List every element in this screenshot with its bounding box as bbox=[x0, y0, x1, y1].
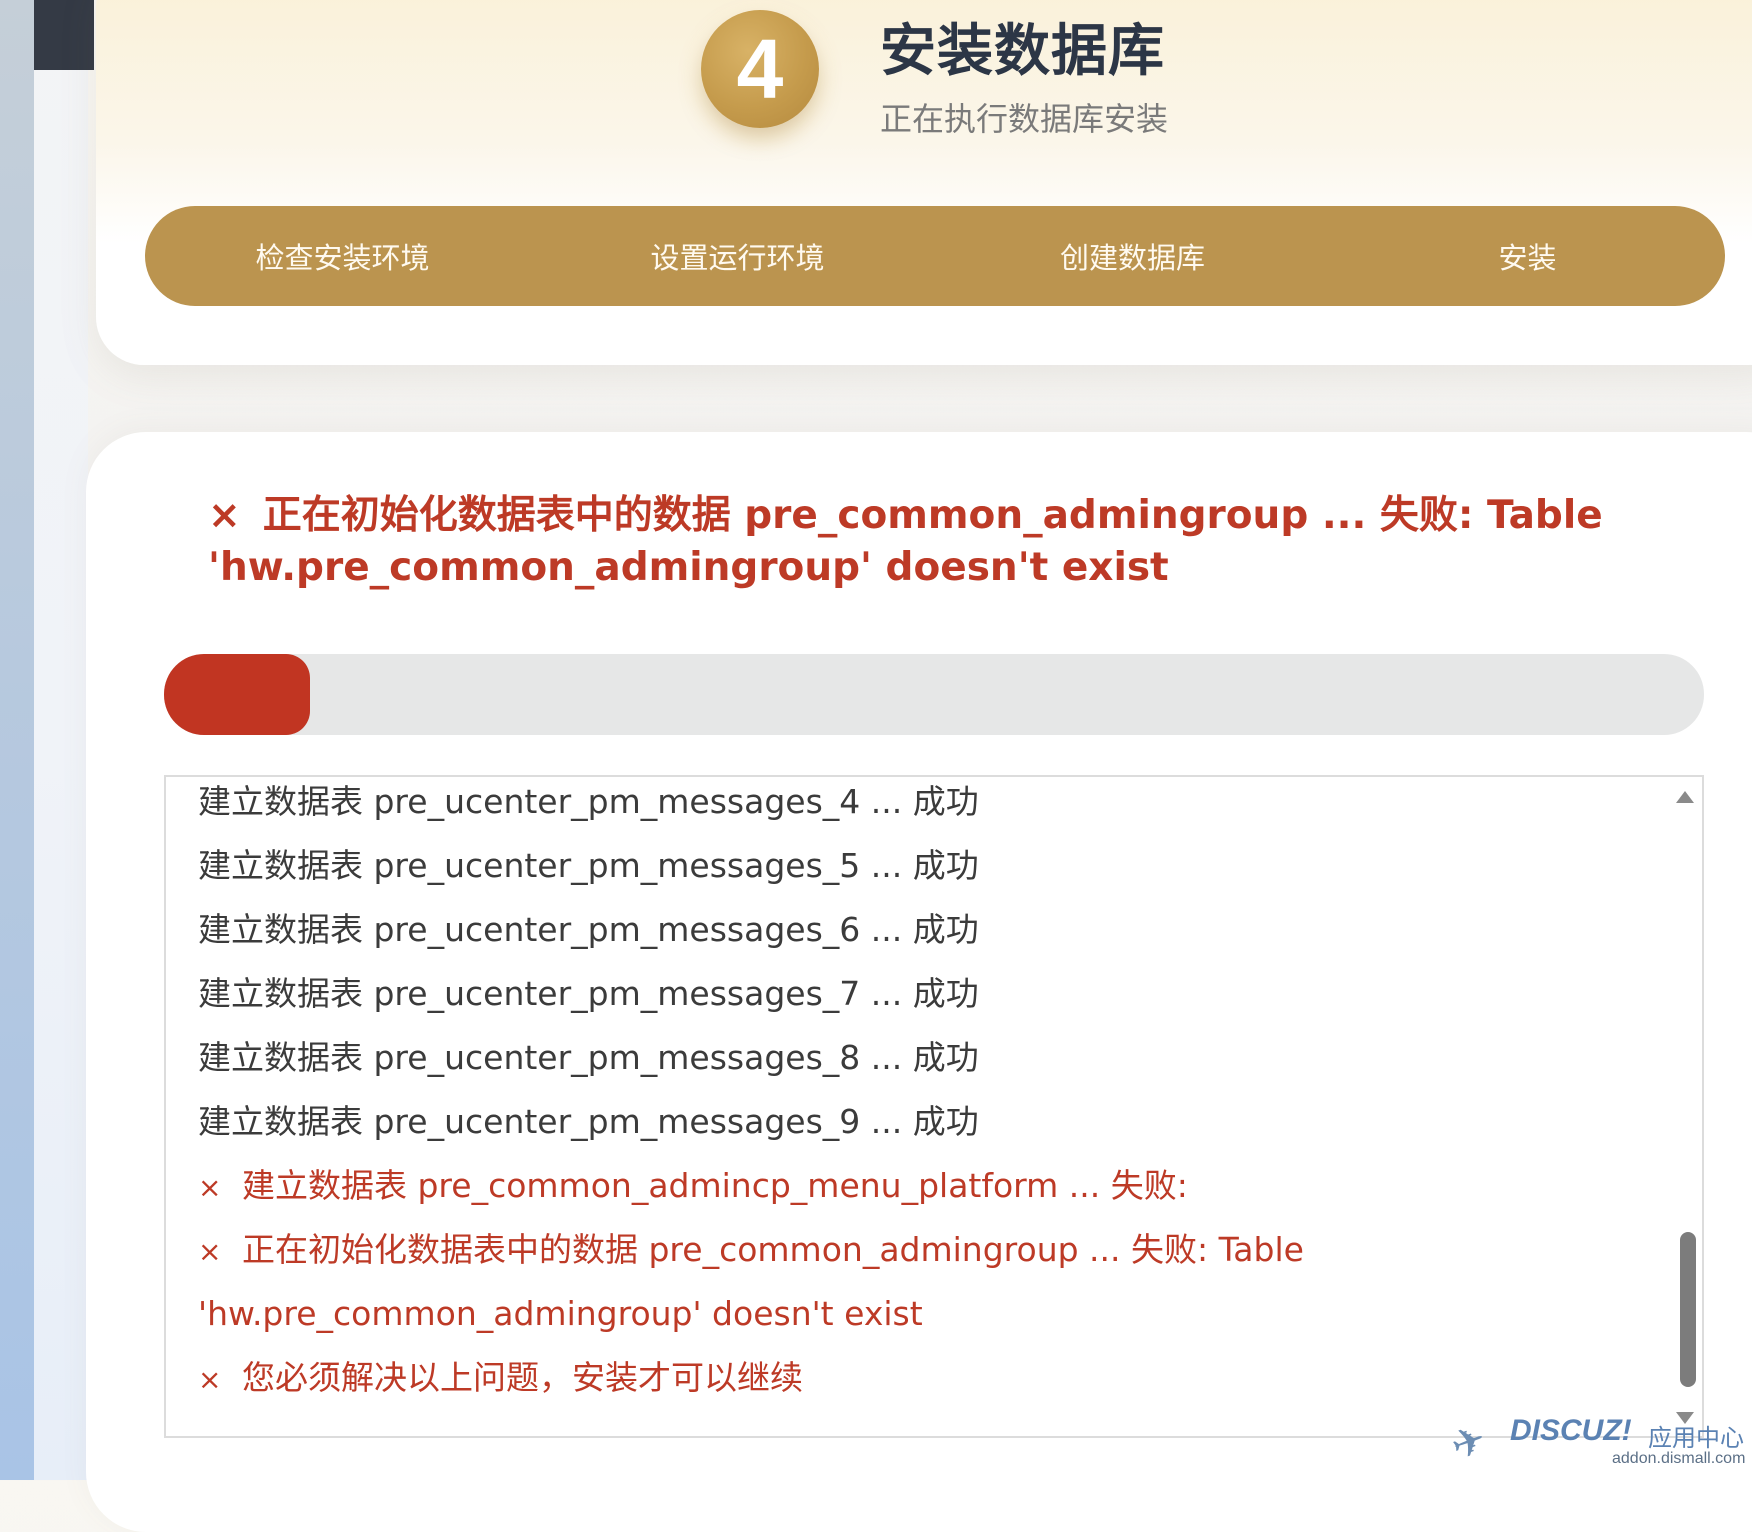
watermark: ✈ DISCUZ! 应用中心 addon.dismall.com bbox=[1445, 1412, 1746, 1472]
nav-step-create-db[interactable]: 创建数据库 bbox=[935, 235, 1330, 277]
log-line-text: 建立数据表 pre_ucenter_pm_messages_8 ... 成功 bbox=[198, 1038, 979, 1077]
page-title: 安装数据库 bbox=[880, 19, 1165, 84]
error-status-text: 正在初始化数据表中的数据 pre_common_admingroup ... 失… bbox=[208, 493, 1603, 590]
log-line: 建立数据表 pre_ucenter_pm_messages_9 ... 成功 bbox=[198, 1097, 1618, 1161]
left-edge-strip bbox=[0, 0, 34, 1480]
nav-step-check-env[interactable]: 检查安装环境 bbox=[145, 235, 540, 277]
step-number: 4 bbox=[736, 21, 784, 116]
log-line-text: 'hw.pre_common_admingroup' doesn't exist bbox=[198, 1294, 923, 1333]
log-line-text: 您必须解决以上问题，安装才可以继续 bbox=[242, 1358, 803, 1397]
left-gutter bbox=[34, 0, 88, 1480]
progress-bar bbox=[164, 654, 1704, 735]
step-number-badge: 4 bbox=[701, 10, 819, 128]
x-icon: × bbox=[198, 1235, 222, 1268]
log-line: × 您必须解决以上问题，安装才可以继续 bbox=[198, 1353, 1618, 1417]
x-icon: × bbox=[208, 493, 241, 538]
error-status-message: × 正在初始化数据表中的数据 pre_common_admingroup ... … bbox=[208, 490, 1608, 594]
log-line-text: 建立数据表 pre_ucenter_pm_messages_4 ... 成功 bbox=[198, 782, 979, 821]
install-log[interactable]: 建立数据表 pre_ucenter_pm_messages_4 ... 成功 建立… bbox=[164, 775, 1704, 1438]
log-line-text: 正在初始化数据表中的数据 pre_common_admingroup ... 失… bbox=[242, 1230, 1304, 1269]
log-line: 建立数据表 pre_ucenter_pm_messages_4 ... 成功 bbox=[198, 777, 1618, 841]
log-line-text: 建立数据表 pre_common_admincp_menu_platform .… bbox=[242, 1166, 1188, 1205]
scrollbar-thumb[interactable] bbox=[1680, 1232, 1696, 1387]
paper-plane-icon: ✈ bbox=[1445, 1415, 1493, 1471]
log-line: × 正在初始化数据表中的数据 pre_common_admingroup ... … bbox=[198, 1225, 1618, 1289]
left-dark-tab bbox=[34, 0, 94, 70]
x-icon: × bbox=[198, 1171, 222, 1204]
log-line-text: 建立数据表 pre_ucenter_pm_messages_7 ... 成功 bbox=[198, 974, 979, 1013]
log-list: 建立数据表 pre_ucenter_pm_messages_4 ... 成功 建立… bbox=[198, 777, 1618, 1417]
install-steps-nav: 检查安装环境 设置运行环境 创建数据库 安装 bbox=[145, 206, 1725, 306]
nav-step-install[interactable]: 安装 bbox=[1330, 235, 1725, 277]
log-line-text: 建立数据表 pre_ucenter_pm_messages_6 ... 成功 bbox=[198, 910, 979, 949]
log-line: 建立数据表 pre_ucenter_pm_messages_7 ... 成功 bbox=[198, 969, 1618, 1033]
log-line: 建立数据表 pre_ucenter_pm_messages_6 ... 成功 bbox=[198, 905, 1618, 969]
page-subtitle: 正在执行数据库安装 bbox=[880, 100, 1169, 138]
triangle-up-icon[interactable] bbox=[1676, 791, 1694, 803]
watermark-url: addon.dismall.com bbox=[1612, 1450, 1746, 1467]
log-line-text: 建立数据表 pre_ucenter_pm_messages_9 ... 成功 bbox=[198, 1102, 979, 1141]
log-line-text: 建立数据表 pre_ucenter_pm_messages_5 ... 成功 bbox=[198, 846, 979, 885]
x-icon: × bbox=[198, 1363, 222, 1396]
progress-bar-fill bbox=[164, 654, 311, 735]
watermark-brand: DISCUZ! bbox=[1510, 1414, 1632, 1447]
log-line: 'hw.pre_common_admingroup' doesn't exist bbox=[198, 1289, 1618, 1353]
log-line: 建立数据表 pre_ucenter_pm_messages_8 ... 成功 bbox=[198, 1033, 1618, 1097]
watermark-center: 应用中心 bbox=[1648, 1424, 1744, 1452]
log-line: 建立数据表 pre_ucenter_pm_messages_5 ... 成功 bbox=[198, 841, 1618, 905]
log-line: × 建立数据表 pre_common_admincp_menu_platform … bbox=[198, 1161, 1618, 1225]
nav-step-setup-env[interactable]: 设置运行环境 bbox=[540, 235, 935, 277]
